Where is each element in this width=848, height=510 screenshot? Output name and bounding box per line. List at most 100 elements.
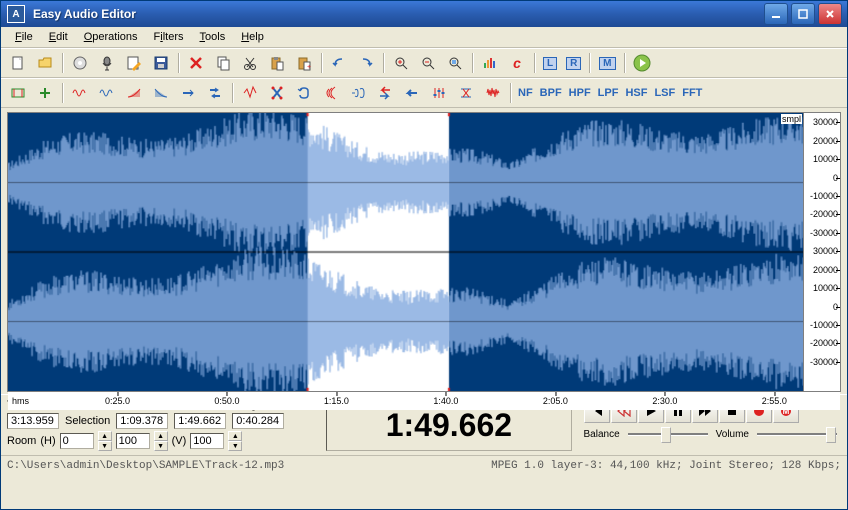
reverse-icon[interactable]	[372, 81, 398, 105]
amp-tick: -20000	[810, 338, 838, 348]
zoom-in-icon[interactable]	[388, 51, 414, 75]
fade-out-icon[interactable]	[148, 81, 174, 105]
noise-icon[interactable]	[480, 81, 506, 105]
filter-bpf[interactable]: BPF	[537, 87, 565, 99]
statusbar: C:\Users\admin\Desktop\SAMPLE\Track-12.m…	[1, 455, 847, 476]
amp-tick: 30000	[813, 117, 838, 127]
balance-label: Balance	[584, 429, 620, 440]
room-hv-down[interactable]: ▼	[154, 441, 168, 451]
waveform-canvas[interactable]	[8, 113, 840, 391]
filter-fft[interactable]: FFT	[679, 87, 705, 99]
room-h-up[interactable]: ▲	[98, 431, 112, 441]
time-axis-unit: hms	[12, 396, 29, 406]
cd-icon[interactable]	[67, 51, 93, 75]
copy-icon[interactable]	[210, 51, 236, 75]
sel-set-icon[interactable]	[5, 81, 31, 105]
menu-help[interactable]: Help	[233, 29, 272, 45]
room-v-down[interactable]: ▼	[228, 441, 242, 451]
loop-icon[interactable]	[291, 81, 317, 105]
zoom-sel-icon[interactable]	[442, 51, 468, 75]
menu-edit[interactable]: Edit	[41, 29, 76, 45]
waveform-area[interactable]: smpl 30000 20000 10000 0 -10000 -20000 -30000 3…	[7, 112, 841, 392]
echo-icon[interactable]	[318, 81, 344, 105]
menu-file[interactable]: File	[7, 29, 41, 45]
open-file-icon[interactable]	[32, 51, 58, 75]
clear-icon[interactable]: c	[504, 51, 530, 75]
room-h-down[interactable]: ▼	[98, 441, 112, 451]
total-value: 3:13.959	[7, 413, 59, 429]
eq-icon[interactable]	[426, 81, 452, 105]
filter-lsf[interactable]: LSF	[651, 87, 678, 99]
amplitude-unit-label: smpl	[781, 114, 802, 124]
paste-icon[interactable]	[264, 51, 290, 75]
amp-tick: -30000	[810, 357, 838, 367]
time-axis: hms 0:25.00:50.01:15.01:40.02:05.02:30.0…	[8, 391, 840, 410]
mix-icon[interactable]	[264, 81, 290, 105]
new-file-icon[interactable]	[5, 51, 31, 75]
menu-operations[interactable]: Operations	[76, 29, 146, 45]
filter-hsf[interactable]: HSF	[622, 87, 650, 99]
menu-filters[interactable]: Filters	[146, 29, 192, 45]
time-tick: 1:40.0	[433, 396, 458, 406]
balance-slider[interactable]	[628, 427, 708, 441]
room-v-up[interactable]: ▲	[228, 431, 242, 441]
minimize-button[interactable]	[764, 3, 788, 25]
menubar: File Edit Operations Filters Tools Help	[1, 27, 847, 48]
amp-tick: 0	[833, 302, 838, 312]
sel-add-icon[interactable]	[32, 81, 58, 105]
spectrum-icon[interactable]	[477, 51, 503, 75]
time-tick: 1:15.0	[324, 396, 349, 406]
wave-red-icon[interactable]	[67, 81, 93, 105]
compress-icon[interactable]	[453, 81, 479, 105]
mic-icon[interactable]	[94, 51, 120, 75]
fade-in-icon[interactable]	[121, 81, 147, 105]
room-v-value[interactable]: 100	[190, 433, 224, 449]
volume-label: Volume	[716, 429, 749, 440]
filter-lpf[interactable]: LPF	[595, 87, 622, 99]
menu-tools[interactable]: Tools	[192, 29, 234, 45]
time-tick: 2:55.0	[762, 396, 787, 406]
close-button[interactable]	[818, 3, 842, 25]
amp-tick: 0	[833, 173, 838, 183]
room-hv-value[interactable]: 100	[116, 433, 150, 449]
paste-new-icon[interactable]: +	[291, 51, 317, 75]
invert-icon[interactable]	[399, 81, 425, 105]
amp-tick: 30000	[813, 246, 838, 256]
time-tick: 2:05.0	[543, 396, 568, 406]
start-value[interactable]: 1:09.378	[116, 413, 168, 429]
filter-hpf[interactable]: HPF	[566, 87, 594, 99]
undo-icon[interactable]	[326, 51, 352, 75]
zoom-out-icon[interactable]	[415, 51, 441, 75]
redo-icon[interactable]	[353, 51, 379, 75]
amp-tick: -10000	[810, 320, 838, 330]
wave-blue-icon[interactable]	[94, 81, 120, 105]
volume-slider[interactable]	[757, 427, 837, 441]
play-hd-icon[interactable]	[629, 51, 655, 75]
svg-text:+: +	[307, 64, 311, 71]
normalize-icon[interactable]	[175, 81, 201, 105]
amp-tick: -20000	[810, 209, 838, 219]
amp-tick: 20000	[813, 265, 838, 275]
edit-icon[interactable]	[121, 51, 147, 75]
room-label: Room	[7, 435, 36, 447]
marker-icon[interactable]: M	[594, 51, 620, 75]
delete-icon[interactable]	[183, 51, 209, 75]
length-value[interactable]: 0:40.284	[232, 413, 284, 429]
amplify-icon[interactable]	[237, 81, 263, 105]
maximize-button[interactable]	[791, 3, 815, 25]
end-value[interactable]: 1:49.662	[174, 413, 226, 429]
room-hv-up[interactable]: ▲	[154, 431, 168, 441]
channel-right-button[interactable]: R	[562, 51, 585, 75]
time-tick: 2:30.0	[652, 396, 677, 406]
room-h-value[interactable]: 0	[60, 433, 94, 449]
reverb-icon[interactable]	[345, 81, 371, 105]
shift-icon[interactable]	[202, 81, 228, 105]
amp-tick: 10000	[813, 283, 838, 293]
channel-left-button[interactable]: L	[539, 51, 561, 75]
cut-icon[interactable]	[237, 51, 263, 75]
status-path: C:\Users\admin\Desktop\SAMPLE\Track-12.m…	[7, 460, 491, 472]
save-icon[interactable]	[148, 51, 174, 75]
app-icon: A	[7, 5, 25, 23]
filter-nf[interactable]: NF	[515, 87, 536, 99]
toolbar-1: + c L R M	[1, 48, 847, 78]
